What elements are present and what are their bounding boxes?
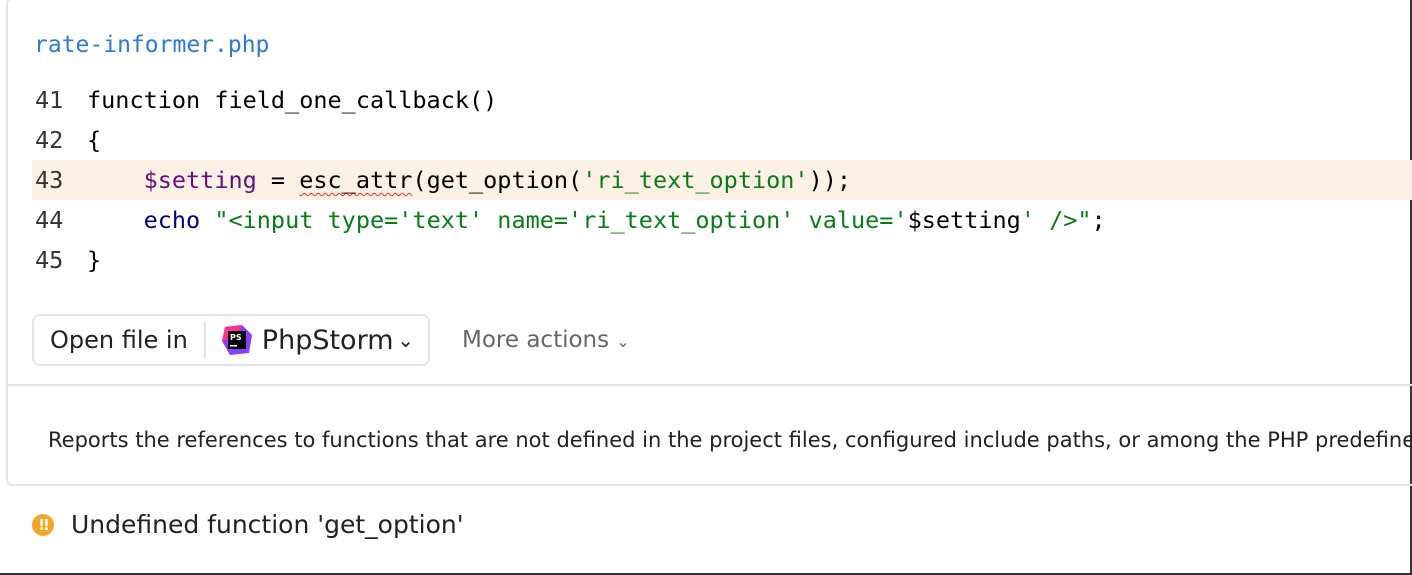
code-text: function field_one_callback() xyxy=(87,86,498,114)
code-text: { xyxy=(87,126,102,154)
code-line: 42 { xyxy=(32,120,1412,160)
chevron-down-icon: ⌄ xyxy=(616,332,630,351)
code-variable: $setting xyxy=(143,166,257,194)
line-number: 45 xyxy=(35,246,64,274)
file-name-link[interactable]: rate-informer.php xyxy=(34,32,269,58)
problem-text: Undefined function 'get_option' xyxy=(71,510,464,539)
divider xyxy=(203,321,206,359)
line-number: 41 xyxy=(35,86,64,114)
code-line: 44 echo "<input type='text' name='ri_tex… xyxy=(32,200,1412,240)
problem-item[interactable]: !! Undefined function 'get_option' xyxy=(32,510,464,539)
code-operator: = xyxy=(256,166,300,194)
code-text: ; xyxy=(1091,206,1106,234)
warning-icon: !! xyxy=(32,513,54,536)
line-number: 43 xyxy=(35,166,64,194)
code-line-highlighted: 43 $setting = esc_attr (get_option('ri_te… xyxy=(32,160,1412,200)
code-variable: $setting xyxy=(907,206,1021,234)
line-number: 42 xyxy=(35,126,64,154)
phpstorm-icon: PS xyxy=(221,325,252,355)
code-line: 45} xyxy=(32,240,1412,280)
code-text: } xyxy=(87,246,102,274)
open-file-in-button[interactable]: Open file in xyxy=(34,326,204,354)
code-string: "<input type='text' name='ri_text_option… xyxy=(214,206,908,234)
code-snippet: 41 function field_one_callback() 42 { 43 $… xyxy=(32,80,1412,280)
more-actions-button[interactable]: More actions ⌄ xyxy=(462,327,630,353)
code-text: (get_option( xyxy=(412,166,583,194)
more-actions-label: More actions xyxy=(462,327,610,353)
code-string: 'ri_text_option' xyxy=(582,166,809,194)
section-divider xyxy=(8,384,1412,386)
code-error-function: esc_attr xyxy=(299,166,413,194)
actions-bar: Open file in PS PhpStorm ⌄ More actions … xyxy=(32,314,630,366)
code-text: )); xyxy=(808,166,852,194)
open-file-in-ide-dropdown[interactable]: Open file in PS PhpStorm ⌄ xyxy=(32,314,430,366)
phpstorm-icon-text: PS xyxy=(230,333,242,342)
chevron-down-icon[interactable]: ⌄ xyxy=(397,328,414,352)
inspection-card: rate-informer.php 41 function field_one_c… xyxy=(6,0,1412,486)
inspection-description: Reports the references to functions that… xyxy=(48,428,1412,452)
line-number: 44 xyxy=(35,206,64,234)
code-string: ' />" xyxy=(1020,206,1092,234)
code-keyword: echo xyxy=(143,206,201,234)
ide-name: PhpStorm xyxy=(261,324,394,356)
code-line: 41 function field_one_callback() xyxy=(32,80,1412,120)
